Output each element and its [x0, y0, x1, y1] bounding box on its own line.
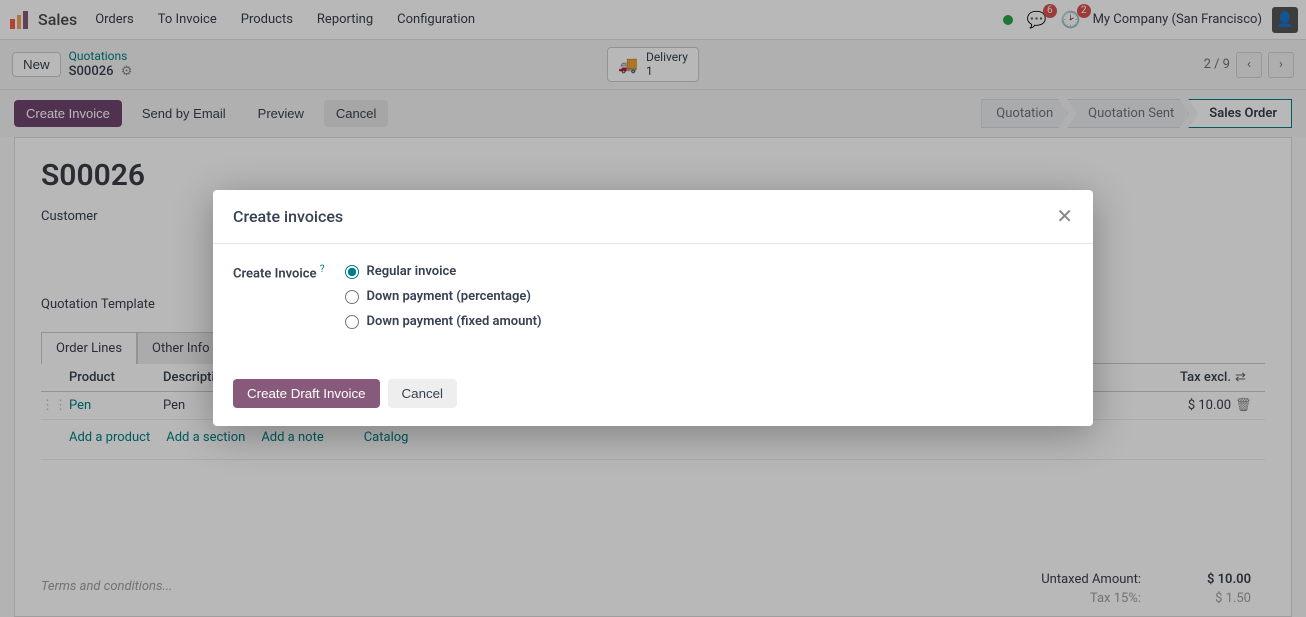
radio-down-fixed-label: Down payment (fixed amount): [367, 314, 542, 329]
help-icon[interactable]: ?: [320, 264, 325, 275]
modal-cancel-button[interactable]: Cancel: [388, 379, 458, 408]
radio-down-pct-label: Down payment (percentage): [367, 289, 531, 304]
create-invoices-modal: Create invoices ✕ Create Invoice ? Regul…: [213, 190, 1093, 426]
radio-regular-invoice-label: Regular invoice: [367, 264, 457, 279]
radio-down-payment-fixed[interactable]: Down payment (fixed amount): [345, 314, 542, 329]
modal-title: Create invoices: [233, 207, 343, 226]
radio-down-pct-input[interactable]: [345, 290, 359, 304]
radio-regular-invoice[interactable]: Regular invoice: [345, 264, 542, 279]
create-draft-invoice-button[interactable]: Create Draft Invoice: [233, 379, 380, 408]
radio-down-payment-percentage[interactable]: Down payment (percentage): [345, 289, 542, 304]
create-invoice-field-label: Create Invoice: [233, 266, 317, 281]
invoice-type-radios: Regular invoice Down payment (percentage…: [345, 264, 542, 339]
modal-overlay[interactable]: Create invoices ✕ Create Invoice ? Regul…: [0, 0, 1306, 617]
modal-close-button[interactable]: ✕: [1056, 204, 1073, 229]
radio-down-fixed-input[interactable]: [345, 315, 359, 329]
radio-regular-invoice-input[interactable]: [345, 265, 359, 279]
